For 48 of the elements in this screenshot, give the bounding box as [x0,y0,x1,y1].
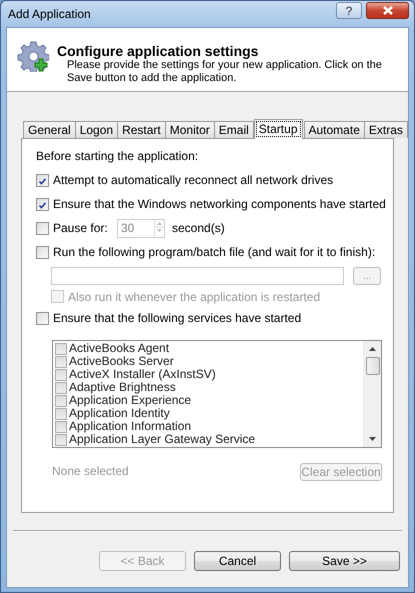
section-label: Before starting the application: [36,149,200,163]
help-button[interactable]: ? [336,2,362,19]
tab[interactable]: Startup [254,119,302,139]
checkbox[interactable] [36,198,49,210]
gear-plus-icon [17,40,49,72]
header-description: Please provide the settings for your new application. Click on the Save button to add the application. [67,59,383,85]
number-spinner[interactable]: 30 [117,218,165,238]
tab[interactable]: Logon [74,121,118,138]
checkbox[interactable] [36,246,49,258]
checkbox[interactable] [55,408,67,420]
unit-label: second(s) [172,221,225,235]
tab[interactable]: Automate [304,121,365,138]
checkbox[interactable] [55,394,67,406]
checkbox[interactable] [55,382,67,394]
checkbox[interactable] [55,434,67,446]
checkbox[interactable] [36,312,49,324]
header-title: Configure application settings [57,43,260,59]
close-icon[interactable] [366,2,409,19]
checkbox[interactable] [55,368,67,380]
checkbox[interactable] [55,420,67,432]
tab[interactable]: Restart [117,121,166,138]
checkbox-label[interactable]: Ensure that the following services have started [53,311,302,325]
dialog-button[interactable]: Cancel [194,551,281,571]
service-item[interactable]: Application Identity [69,407,170,420]
tab[interactable]: General [23,121,76,138]
service-item[interactable]: Adaptive Brightness [69,381,176,394]
checkbox-label[interactable]: Ensure that the Windows networking components have started [53,197,386,211]
tab[interactable]: Email [214,121,254,138]
scroll-thumb[interactable] [366,357,380,375]
tab[interactable]: Extras [364,121,408,138]
scrollbar[interactable] [363,341,381,447]
service-item[interactable]: Application Layer Gateway Service [69,433,256,446]
service-item[interactable]: Application Information [69,420,192,433]
checkbox[interactable] [36,222,49,234]
dialog-button[interactable]: Save >> [289,551,400,571]
tab[interactable]: Monitor [164,121,215,138]
service-item[interactable]: ActiveBooks Agent [69,342,170,355]
checkbox[interactable] [55,356,67,368]
checkbox-label[interactable]: Attempt to automatically reconnect all network drives [53,173,334,187]
checkbox-label[interactable]: Pause for: [53,221,113,235]
service-item[interactable]: Application Experience [69,394,192,407]
service-item[interactable]: ActiveBooks Server [69,355,174,368]
checkbox[interactable] [36,174,49,186]
selection-status: None selected [52,464,129,478]
checkbox[interactable] [55,342,67,354]
window-title: Add Application [8,7,91,21]
service-item[interactable]: ActiveX Installer (AxInstSV) [69,368,216,381]
checkbox-label[interactable]: Run the following program/batch file (and wait for it to finish): [53,245,376,259]
